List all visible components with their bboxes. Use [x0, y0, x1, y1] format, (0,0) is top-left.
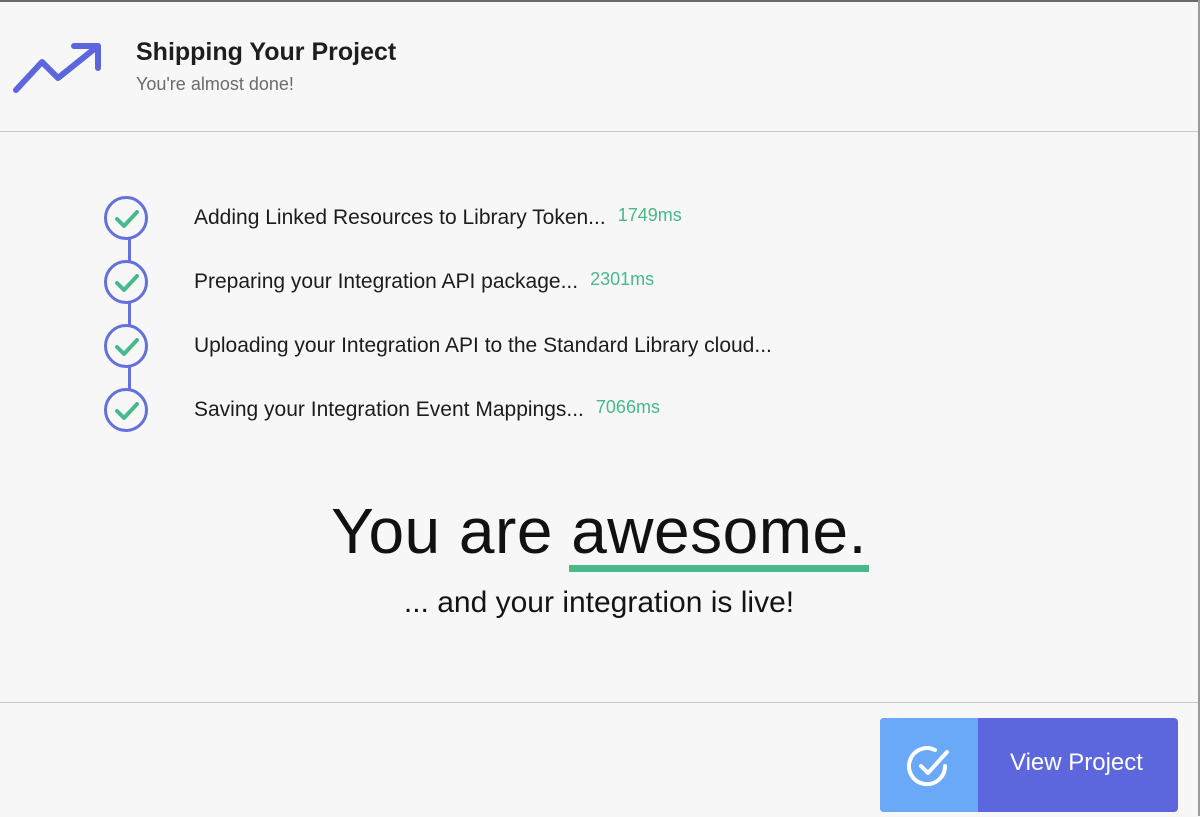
modal-title: Shipping Your Project	[136, 38, 397, 66]
steps-connector-line	[128, 220, 131, 412]
step-text: Uploading your Integration API to the St…	[194, 334, 784, 358]
step-check-icon	[104, 324, 148, 368]
step-label: Saving your Integration Event Mappings..…	[194, 398, 584, 421]
step-item: Preparing your Integration API package..…	[104, 260, 1004, 310]
trending-up-icon	[13, 43, 101, 93]
step-check-icon	[104, 260, 148, 304]
step-text: Preparing your Integration API package..…	[194, 269, 655, 294]
step-label: Uploading your Integration API to the St…	[194, 334, 772, 357]
step-text: Saving your Integration Event Mappings..…	[194, 397, 660, 422]
success-subline: ... and your integration is live!	[403, 586, 795, 619]
check-circle-icon	[907, 746, 949, 787]
step-check-icon	[104, 388, 148, 432]
modal-subtitle: You're almost done!	[136, 74, 294, 94]
step-check-icon	[104, 196, 148, 240]
step-item: Saving your Integration Event Mappings..…	[104, 388, 1004, 438]
view-project-label: View Project	[1010, 749, 1143, 776]
step-text: Adding Linked Resources to Library Token…	[194, 205, 682, 230]
success-headline: You are awesome.	[0, 494, 1198, 572]
modal-header: Shipping Your Project You're almost done…	[0, 2, 1198, 132]
step-time: 1749ms	[617, 205, 682, 225]
headline-highlight: awesome.	[569, 495, 869, 572]
step-time: 2301ms	[590, 269, 655, 289]
step-item: Adding Linked Resources to Library Token…	[104, 196, 1004, 246]
headline-prefix: You are	[331, 495, 553, 567]
button-icon-box	[880, 718, 978, 812]
step-time: 7066ms	[595, 397, 660, 417]
step-label: Adding Linked Resources to Library Token…	[194, 206, 606, 229]
step-label: Preparing your Integration API package..…	[194, 270, 579, 293]
step-item: Uploading your Integration API to the St…	[104, 324, 1004, 374]
view-project-button[interactable]: View Project	[880, 718, 1178, 812]
